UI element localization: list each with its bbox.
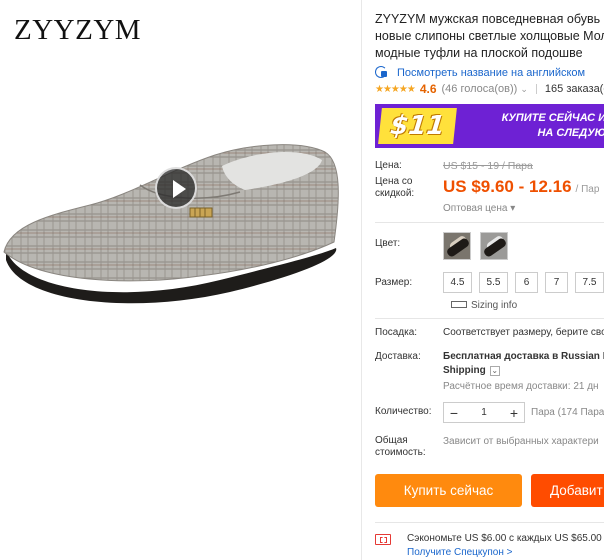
color-swatch-2[interactable]	[480, 232, 508, 260]
size-label: Размер:	[375, 277, 413, 288]
shipping-method[interactable]: Shipping ⌄	[443, 365, 500, 376]
divider	[375, 222, 604, 223]
divider	[375, 522, 604, 523]
color-label: Цвет:	[375, 238, 401, 249]
promo-line-2: НА СЛЕДУЮЩ	[537, 127, 604, 139]
price-unit: / Пар	[575, 184, 600, 195]
title-line: ZYYZYM мужская повседневная обувь 20	[375, 12, 604, 26]
add-to-cart-button[interactable]: Добавит	[531, 474, 604, 507]
product-image[interactable]	[0, 130, 360, 330]
brand-logo: ZYYZYM	[14, 14, 142, 46]
promo-line-1: КУПИТЕ СЕЙЧАС И П	[501, 112, 604, 124]
quantity-label: Количество:	[375, 406, 432, 417]
rating-row: ★★★★★ 4.6 (46 голоса(ов)) ⌄ 165 заказа(о	[375, 82, 604, 96]
quantity-input[interactable]: 1	[464, 407, 504, 418]
total-value: Зависит от выбранных характери	[443, 436, 599, 447]
price-label: Цена:	[375, 160, 402, 171]
discount-price-label: Цена со скидкой:	[375, 176, 415, 199]
promo-banner[interactable]: $11 КУПИТЕ СЕЙЧАС И П НА СЛЕДУЮЩ	[375, 104, 604, 148]
product-title: ZYYZYM мужская повседневная обувь 20 нов…	[375, 11, 604, 62]
original-price: US $15 - 19 / Пара	[443, 160, 533, 172]
rating-value: 4.6	[419, 82, 437, 96]
orders-count: 165 заказа(о	[544, 83, 604, 95]
divider	[535, 84, 537, 94]
fit-value: Соответствует размеру, берите сво	[443, 327, 604, 338]
quantity-increase-button[interactable]: +	[504, 405, 524, 421]
buy-now-button[interactable]: Купить сейчас	[375, 474, 522, 507]
shipping-destination[interactable]: Бесплатная доставка в Russian F	[443, 351, 604, 362]
promo-price: $11	[388, 111, 447, 141]
delivery-estimate: Расчётное время доставки: 21 дн	[443, 381, 599, 392]
size-option[interactable]: 7	[545, 272, 568, 293]
color-swatch-1[interactable]	[443, 232, 471, 260]
sizing-info-link[interactable]: Sizing info	[451, 300, 517, 311]
play-video-button[interactable]	[155, 167, 197, 209]
translate-link-label: Посмотреть название на английском	[397, 67, 586, 79]
quantity-decrease-button[interactable]: −	[444, 405, 464, 421]
fit-label: Посадка:	[375, 327, 418, 338]
promo-text: КУПИТЕ СЕЙЧАС И П НА СЛЕДУЮЩ	[467, 111, 604, 141]
wholesale-price-dropdown[interactable]: Оптовая цена ▾	[443, 203, 515, 214]
size-option[interactable]: 5.5	[479, 272, 508, 293]
discount-price: US $9.60 - 12.16/ Пар	[443, 177, 599, 197]
title-line: новые слипоны светлые холщовые Мол	[375, 29, 604, 43]
promo-price-badge: $11	[378, 108, 457, 144]
coupon-text: Сэкономьте US $6.00 с каждых US $65.00	[407, 533, 602, 544]
chevron-down-icon[interactable]: ⌄	[520, 84, 528, 95]
shipping-method-label: Shipping	[443, 365, 486, 376]
shipping-label: Доставка:	[375, 351, 421, 362]
size-option[interactable]: 7.5	[575, 272, 604, 293]
ruler-icon	[451, 301, 467, 308]
coupon-icon	[375, 534, 391, 545]
get-coupon-link[interactable]: Получите Спецкупон >	[407, 547, 513, 558]
discount-price-value: US $9.60 - 12.16	[443, 177, 572, 196]
star-rating-icon: ★★★★★	[375, 83, 416, 95]
total-label: Общая стоимость:	[375, 435, 426, 458]
translate-icon	[375, 66, 389, 78]
product-image-panel: ZYYZYM	[0, 0, 360, 560]
size-option[interactable]: 6	[515, 272, 538, 293]
divider	[375, 318, 604, 319]
title-line: модные туфли на плоской подошве	[375, 46, 583, 60]
votes-link[interactable]: (46 голоса(ов))	[442, 83, 518, 95]
translate-title-link[interactable]: Посмотреть название на английском	[375, 66, 585, 79]
quantity-stepper: − 1 +	[443, 402, 525, 423]
product-info-panel: ZYYZYM мужская повседневная обувь 20 нов…	[375, 0, 604, 560]
size-option[interactable]: 4.5	[443, 272, 472, 293]
chevron-down-icon[interactable]: ⌄	[489, 366, 500, 376]
sizing-info-label: Sizing info	[471, 300, 518, 311]
quantity-available: Пара (174 Пара	[531, 407, 604, 418]
panel-divider	[361, 0, 362, 560]
